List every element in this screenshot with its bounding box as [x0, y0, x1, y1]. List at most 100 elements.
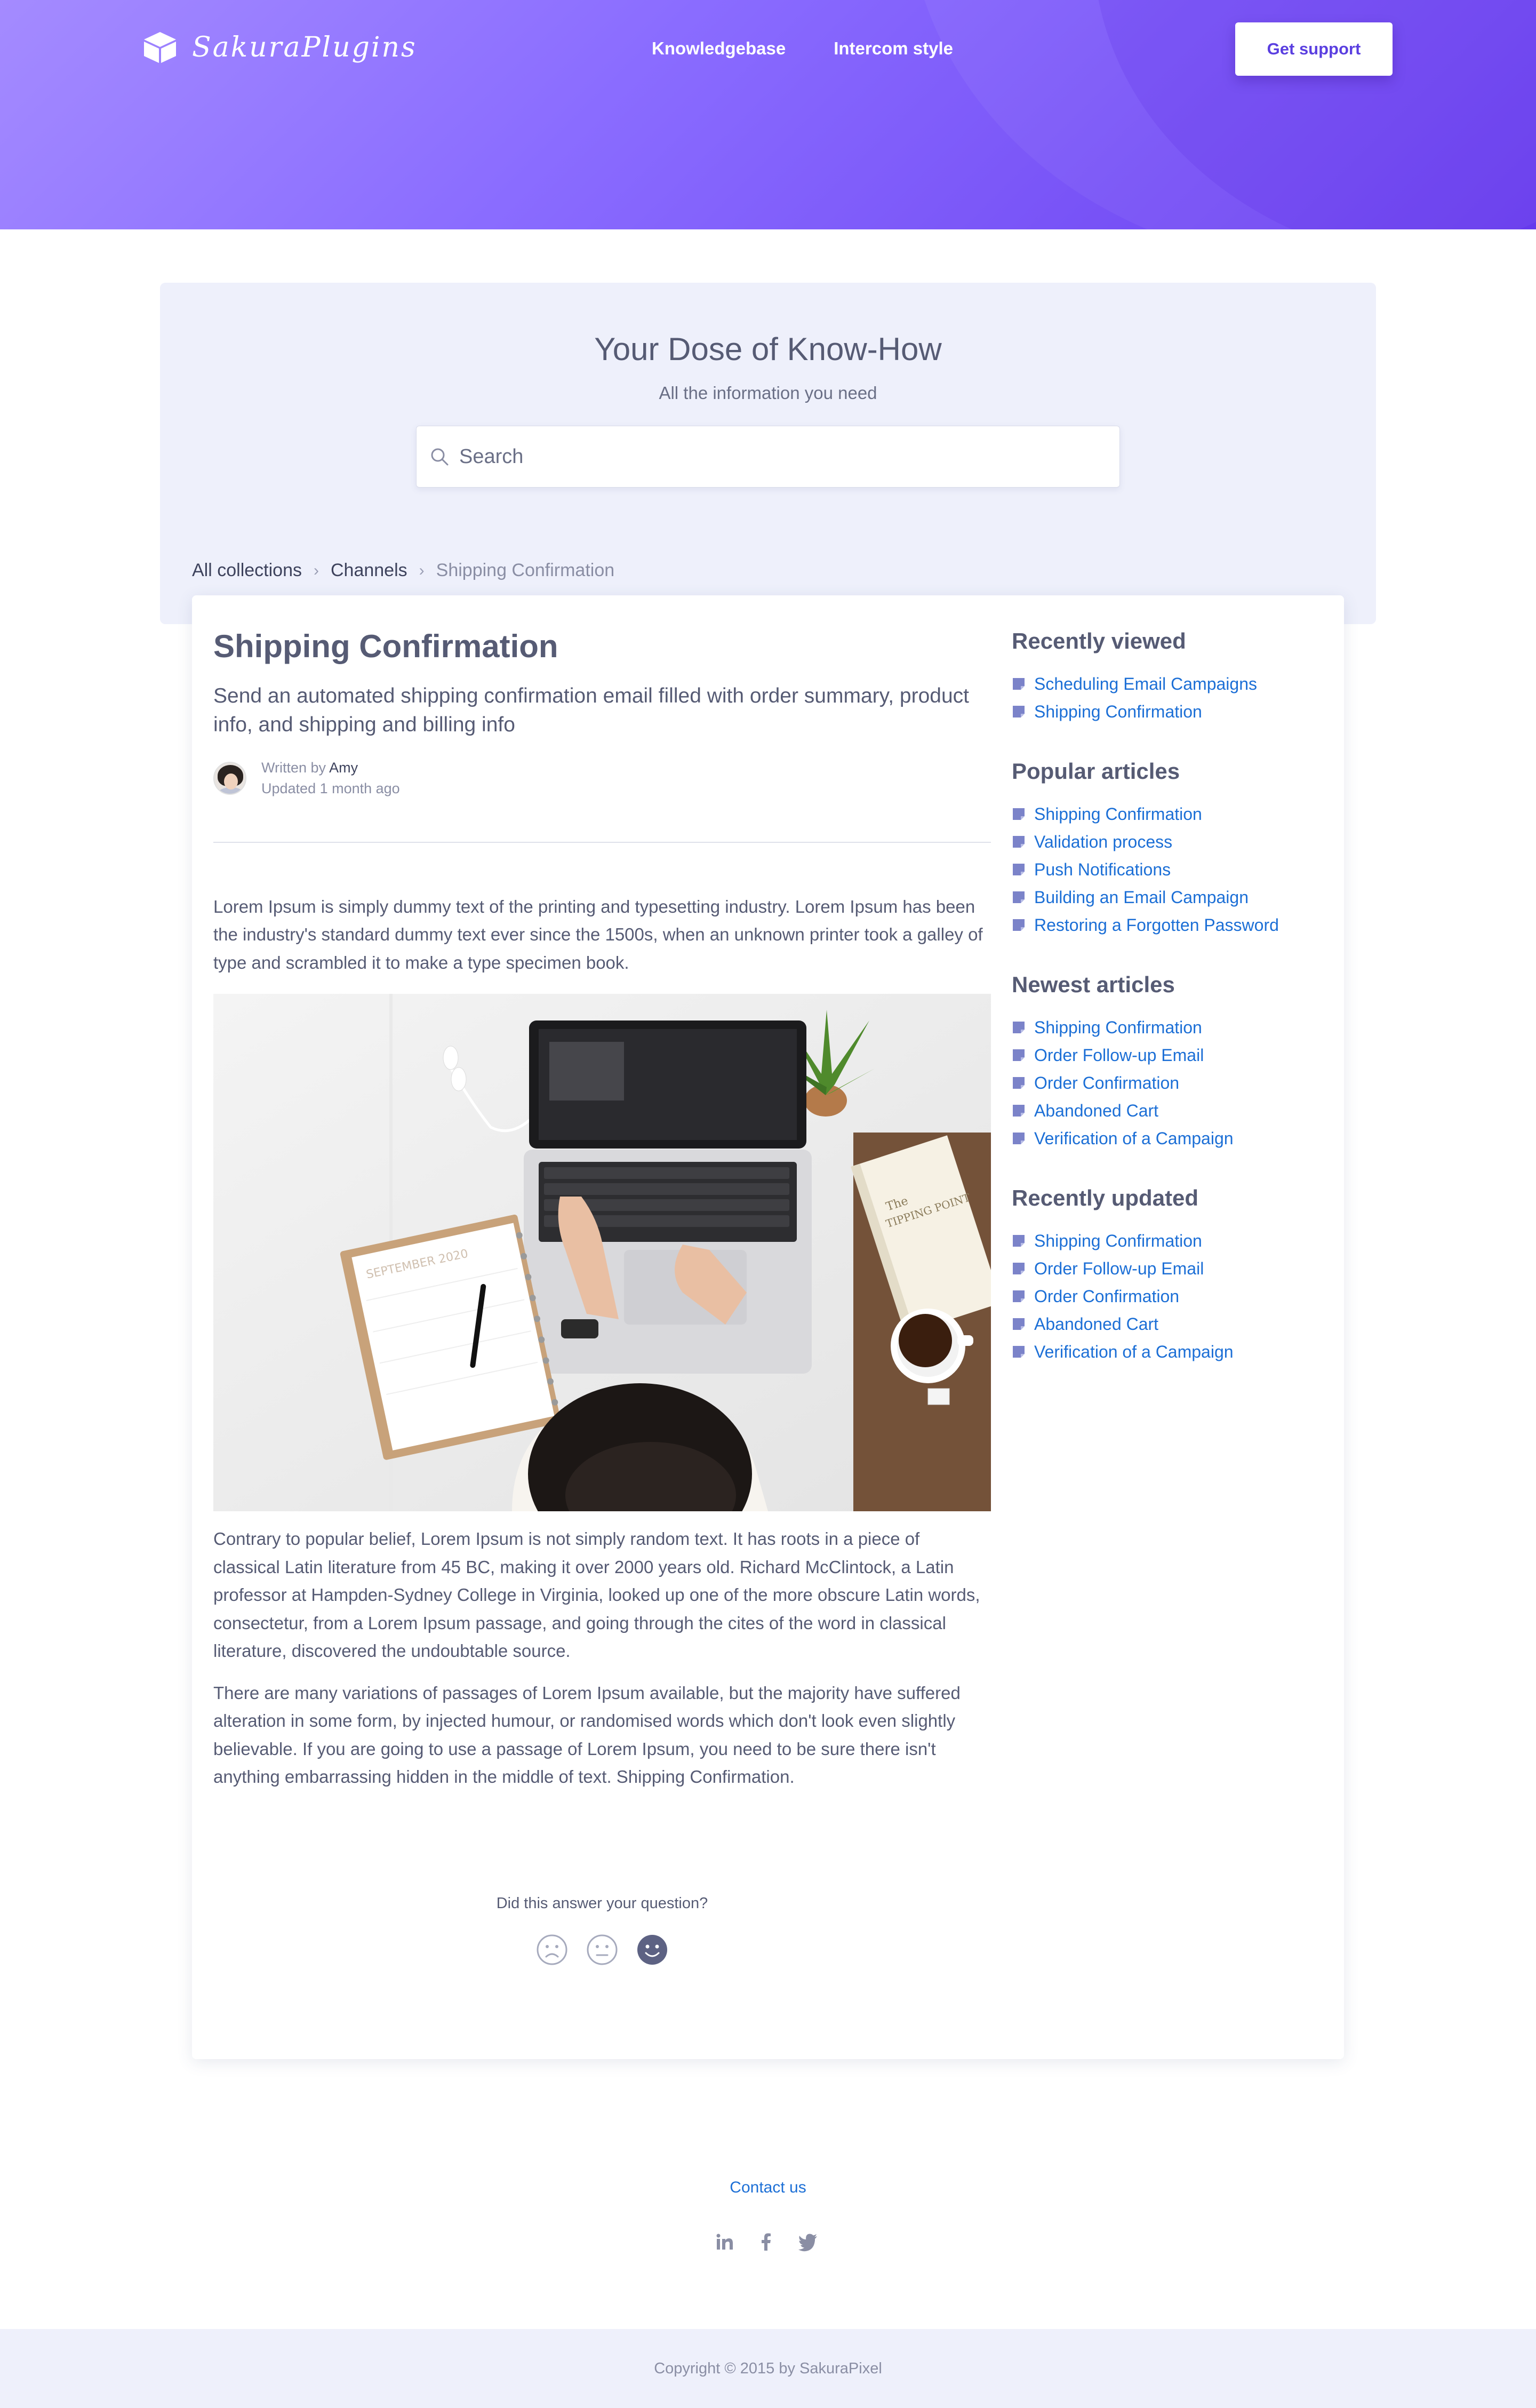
divider — [213, 841, 991, 843]
article-link[interactable]: Order Follow-up Email — [1034, 1259, 1204, 1279]
chevron-right-icon: › — [419, 561, 425, 579]
document-icon — [1013, 1077, 1025, 1089]
section-title: Recently updated — [1012, 1185, 1199, 1210]
list-item: Shipping Confirmation — [1012, 800, 1321, 828]
twitter-link[interactable] — [798, 2232, 818, 2252]
article-title: Shipping Confirmation — [213, 628, 558, 664]
list-item: Restoring a Forgotten Password — [1012, 911, 1321, 939]
article-link[interactable]: Order Confirmation — [1034, 1073, 1179, 1093]
social-links — [715, 2232, 818, 2252]
nav-knowledgebase[interactable]: Knowledgebase — [652, 38, 786, 59]
document-icon — [1013, 678, 1025, 690]
section-title: Recently viewed — [1012, 628, 1186, 653]
article-link[interactable]: Building an Email Campaign — [1034, 888, 1249, 907]
main-nav: Knowledgebase Intercom style — [652, 38, 953, 59]
neutral-face-icon — [587, 1934, 618, 1965]
article-paragraph: Lorem Ipsum is simply dummy text of the … — [213, 896, 983, 972]
document-icon — [1013, 1022, 1025, 1033]
updated-text: Updated 1 month ago — [261, 780, 400, 796]
article-link[interactable]: Scheduling Email Campaigns — [1034, 674, 1257, 694]
list-item: Shipping Confirmation — [1012, 1227, 1321, 1255]
list-item: Order Confirmation — [1012, 1069, 1321, 1097]
article-link[interactable]: Shipping Confirmation — [1034, 804, 1202, 824]
author-name: Amy — [329, 759, 358, 776]
article-link[interactable]: Shipping Confirmation — [1034, 1018, 1202, 1038]
list-item: Push Notifications — [1012, 856, 1321, 883]
linkedin-link[interactable] — [715, 2232, 735, 2252]
document-icon — [1013, 1263, 1025, 1274]
list-item: Order Follow-up Email — [1012, 1255, 1321, 1282]
list-item: Shipping Confirmation — [1012, 1014, 1321, 1041]
article-link[interactable]: Restoring a Forgotten Password — [1034, 915, 1279, 935]
search-box — [416, 426, 1120, 488]
happy-face-button[interactable] — [636, 1934, 668, 1966]
article-paragraph: There are many variations of passages of… — [213, 1683, 961, 1787]
chevron-right-icon: › — [313, 561, 319, 579]
search-icon — [431, 448, 449, 466]
nav-intercom-style[interactable]: Intercom style — [834, 38, 953, 59]
site-logo[interactable]: SakuraPlugins — [143, 31, 417, 64]
brand-name: SakuraPlugins — [192, 31, 417, 63]
breadcrumb-channels[interactable]: Channels — [331, 560, 407, 581]
document-icon — [1013, 864, 1025, 875]
article-paragraph: Contrary to popular belief, Lorem Ipsum … — [213, 1529, 980, 1661]
sad-face-button[interactable] — [536, 1934, 568, 1966]
contact-section: Contact us — [0, 2179, 1536, 2197]
twitter-icon — [798, 2234, 817, 2252]
section-title: Newest articles — [1012, 972, 1175, 997]
search-input[interactable] — [459, 426, 1110, 487]
breadcrumb-current: Shipping Confirmation — [436, 560, 615, 580]
avatar — [213, 761, 246, 795]
article-link[interactable]: Order Follow-up Email — [1034, 1046, 1204, 1065]
list-item: Verification of a Campaign — [1012, 1125, 1321, 1152]
article-sidebar: Recently viewed Scheduling Email Campaig… — [1012, 628, 1321, 1399]
facebook-link[interactable] — [756, 2232, 777, 2252]
article-card: Shipping Confirmation Send an automated … — [192, 595, 1344, 2059]
article-image: The TIPPING POINT SEPTEMBER 2020 — [213, 994, 991, 1512]
popular-articles-section: Popular articles Shipping Confirmation V… — [1012, 759, 1321, 939]
popular-articles-list: Shipping Confirmation Validation process… — [1012, 800, 1321, 939]
feedback-options — [213, 1934, 991, 1966]
article-link[interactable]: Validation process — [1034, 832, 1172, 852]
document-icon — [1013, 1290, 1025, 1302]
document-icon — [1013, 891, 1025, 903]
document-icon — [1013, 1049, 1025, 1061]
document-icon — [1013, 706, 1025, 717]
neutral-face-button[interactable] — [586, 1934, 618, 1966]
list-item: Abandoned Cart — [1012, 1310, 1321, 1338]
article-body: Shipping Confirmation Send an automated … — [213, 627, 991, 1791]
list-item: Shipping Confirmation — [1012, 698, 1321, 725]
list-item: Building an Email Campaign — [1012, 883, 1321, 911]
section-title: Popular articles — [1012, 759, 1180, 784]
article-link[interactable]: Abandoned Cart — [1034, 1314, 1158, 1334]
list-item: Order Confirmation — [1012, 1282, 1321, 1310]
article-link[interactable]: Verification of a Campaign — [1034, 1129, 1234, 1149]
breadcrumb-all-collections[interactable]: All collections — [192, 560, 302, 581]
document-icon — [1013, 808, 1025, 820]
document-icon — [1013, 1346, 1025, 1358]
document-icon — [1013, 1235, 1025, 1247]
list-item: Scheduling Email Campaigns — [1012, 670, 1321, 698]
document-icon — [1013, 1133, 1025, 1144]
facebook-icon — [762, 2233, 771, 2251]
list-item: Abandoned Cart — [1012, 1097, 1321, 1125]
box-icon — [144, 32, 176, 63]
author-meta: Written by Amy Updated 1 month ago — [261, 758, 400, 799]
newest-articles-section: Newest articles Shipping Confirmation Or… — [1012, 972, 1321, 1152]
get-support-button[interactable]: Get support — [1235, 22, 1393, 76]
document-icon — [1013, 836, 1025, 848]
hero-title: Your Dose of Know-How — [594, 331, 942, 367]
recently-updated-list: Shipping Confirmation Order Follow-up Em… — [1012, 1227, 1321, 1366]
feedback-section: Did this answer your question? — [213, 1895, 991, 1966]
article-link[interactable]: Shipping Confirmation — [1034, 1231, 1202, 1251]
article-link[interactable]: Verification of a Campaign — [1034, 1342, 1234, 1362]
article-link[interactable]: Abandoned Cart — [1034, 1101, 1158, 1121]
written-by-label: Written by — [261, 759, 326, 776]
article-link[interactable]: Shipping Confirmation — [1034, 702, 1202, 722]
article-link[interactable]: Push Notifications — [1034, 860, 1171, 880]
contact-us-link[interactable]: Contact us — [730, 2179, 806, 2196]
site-header: SakuraPlugins Knowledgebase Intercom sty… — [0, 0, 1536, 229]
article-description: Send an automated shipping confirmation … — [213, 684, 969, 736]
happy-face-icon — [637, 1935, 667, 1965]
article-link[interactable]: Order Confirmation — [1034, 1287, 1179, 1306]
